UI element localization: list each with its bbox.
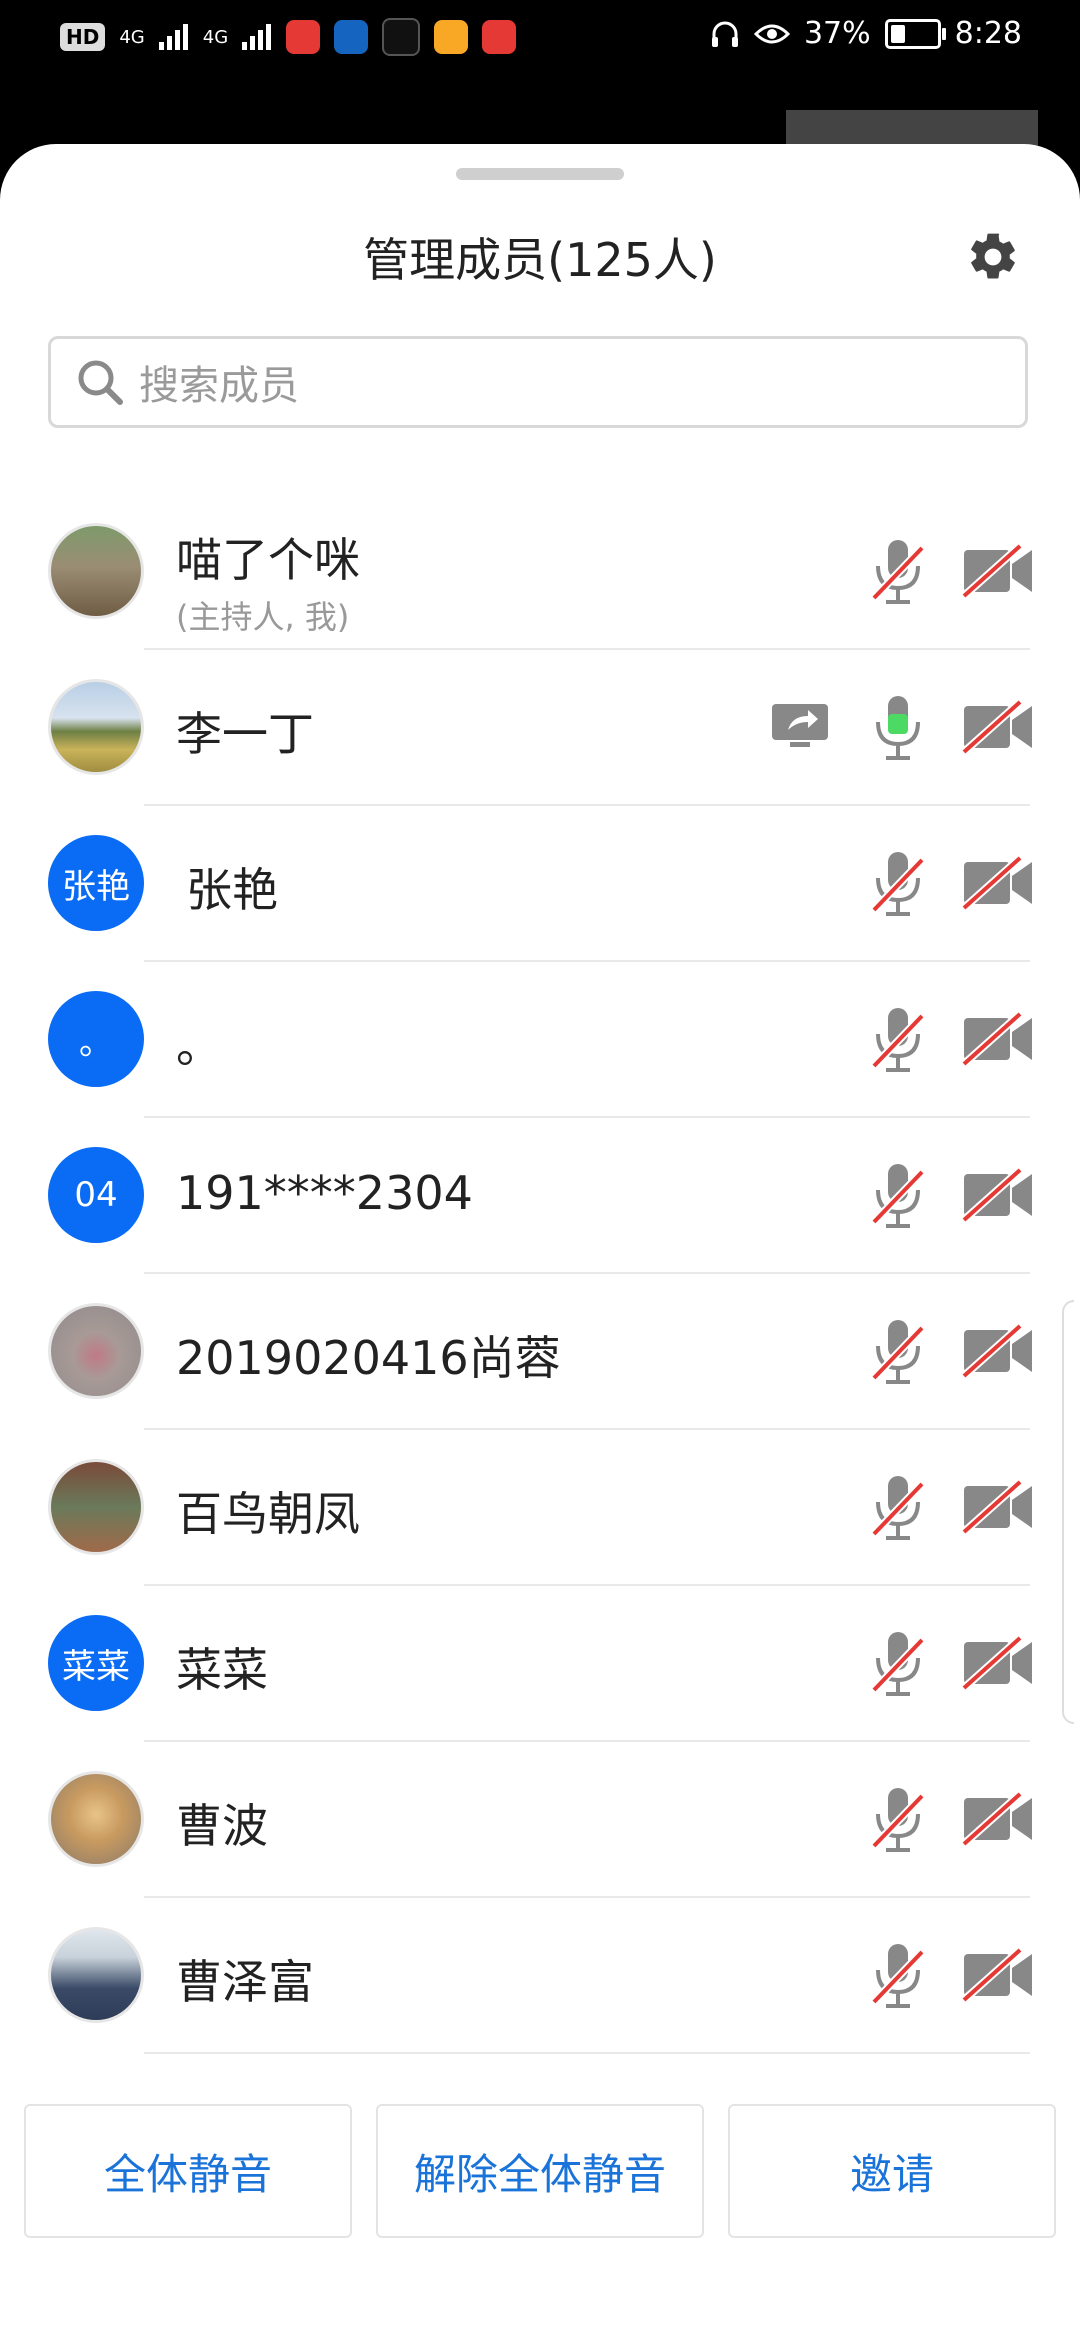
list-item[interactable]: 曹波 [0,1742,1080,1898]
camera-off-icon[interactable] [962,1478,1034,1536]
mic-muted-icon[interactable] [868,1160,928,1232]
eye-icon [753,24,790,43]
status-bar-right: 37% 8:28 [710,16,1022,51]
mic-muted-icon[interactable] [868,1472,928,1544]
avatar [48,1459,144,1555]
member-name: 百鸟朝凤 [176,1487,360,1541]
avatar [48,1771,144,1867]
member-name: 曹波 [176,1799,268,1853]
hd-badge: HD [60,23,106,51]
list-item[interactable]: 李一丁 [0,650,1080,806]
list-item[interactable]: 菜菜 菜菜 [0,1586,1080,1742]
mute-all-button[interactable]: 全体静音 [24,2104,352,2238]
member-name: 191****2304 [176,1166,473,1220]
headset-icon [711,21,738,47]
list-item[interactable]: 04 191****2304 [0,1118,1080,1274]
member-name: 曹泽富 [176,1955,314,2009]
camera-off-icon[interactable] [962,854,1034,912]
scrollbar[interactable] [1062,1300,1074,1724]
member-list: 喵了个咪 (主持人, 我) 李一丁 张艳 张艳 。 。 04 191****23… [0,494,1080,2054]
mic-muted-icon[interactable] [868,1628,928,1700]
member-name: 。 [176,1019,222,1073]
mic-muted-icon[interactable] [868,848,928,920]
tiktok-app-icon [382,18,421,56]
list-item[interactable]: 2019020416尚蓉 [0,1274,1080,1430]
list-item[interactable]: 。 。 [0,962,1080,1118]
avatar: 菜菜 [48,1615,144,1711]
camera-off-icon[interactable] [962,1322,1034,1380]
avatar: 04 [48,1147,144,1243]
member-name: 喵了个咪 [176,533,360,587]
row-divider [144,2052,1030,2054]
member-name: 李一丁 [176,707,314,761]
network-4g-indicator-2: 4G [202,26,229,48]
list-item[interactable]: 曹泽富 [0,1898,1080,2054]
avatar [48,1927,144,2023]
mic-muted-icon[interactable] [868,1784,928,1856]
book-app-icon [482,20,517,54]
mic-active-icon[interactable] [868,692,928,764]
camera-off-icon[interactable] [962,1634,1034,1692]
avatar: 。 [48,991,144,1087]
avatar [48,1303,144,1399]
mic-muted-icon[interactable] [868,1004,928,1076]
network-4g-indicator: 4G [119,26,145,48]
screen-share-icon [772,704,828,747]
camera-off-icon[interactable] [962,698,1034,756]
status-bar: HD 4G 4G 37% 8:28 [0,0,1080,75]
invite-button[interactable]: 邀请 [728,2104,1056,2238]
mic-app-icon [286,20,321,54]
avatar: 张艳 [48,835,144,931]
mic-muted-icon[interactable] [868,1316,928,1388]
unmute-all-button[interactable]: 解除全体静音 [376,2104,704,2238]
camera-off-icon[interactable] [962,542,1034,600]
avatar [48,679,144,775]
avatar [48,523,144,619]
battery-icon [884,18,946,49]
member-role: (主持人, 我) [176,598,350,636]
camera-off-icon[interactable] [962,1010,1034,1068]
camera-off-icon[interactable] [962,1790,1034,1848]
gift-app-icon [434,20,469,54]
mic-muted-icon[interactable] [868,1940,928,2012]
manage-members-sheet: 管理成员(125人) 搜索成员 喵了个咪 (主持人, 我) 李一丁 张艳 张艳 … [0,144,1080,2340]
member-name: 张艳 [186,863,278,917]
battery-percent: 37% [803,16,871,51]
list-item[interactable]: 张艳 张艳 [0,806,1080,962]
list-item[interactable]: 喵了个咪 (主持人, 我) [0,494,1080,650]
camera-off-icon[interactable] [962,1166,1034,1224]
gear-icon[interactable] [965,229,1021,285]
mic-muted-icon[interactable] [868,536,928,608]
search-icon [78,360,123,405]
search-placeholder: 搜索成员 [139,363,299,409]
status-bar-left: HD 4G 4G [60,18,517,56]
camera-off-icon[interactable] [962,1946,1034,2004]
member-name: 菜菜 [176,1643,268,1697]
signal-icon-2 [242,24,272,50]
page-title: 管理成员(125人) [363,233,717,287]
signal-icon [158,24,188,50]
member-name: 2019020416尚蓉 [176,1331,561,1385]
clock: 8:28 [954,16,1022,51]
drag-handle[interactable] [456,168,624,180]
maps-app-icon [334,20,369,54]
list-item[interactable]: 百鸟朝凤 [0,1430,1080,1586]
search-field[interactable]: 搜索成员 [48,336,1028,428]
